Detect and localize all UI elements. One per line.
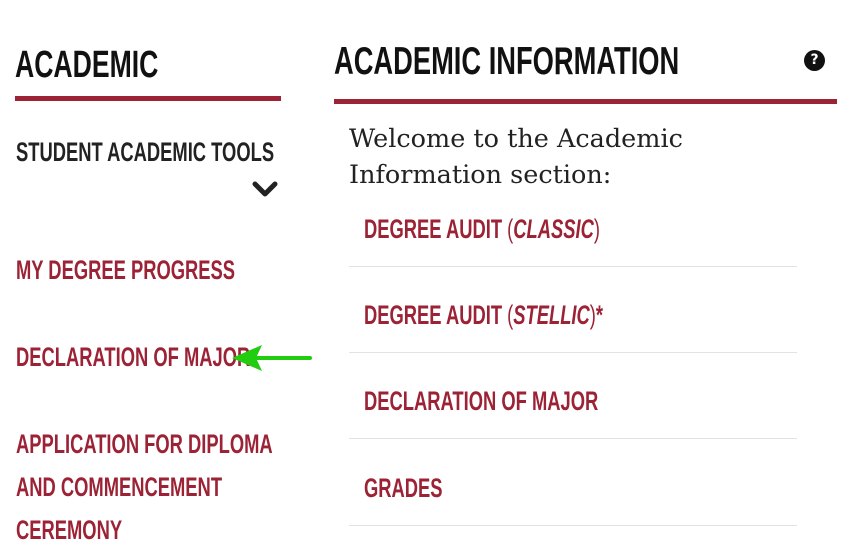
menu-item-label: DECLARATION OF MAJOR xyxy=(364,386,599,416)
menu-item-label: GRADES xyxy=(364,473,443,503)
chevron-down-icon[interactable] xyxy=(251,178,279,202)
sidebar-title-underline xyxy=(15,96,281,101)
page-title-underline xyxy=(334,99,837,104)
page-title: ACADEMIC INFORMATION xyxy=(334,40,680,83)
menu-item-degree-audit-classic[interactable]: DEGREE AUDIT (CLASSIC) xyxy=(349,180,797,267)
menu-item-declaration-of-major[interactable]: DECLARATION OF MAJOR xyxy=(349,352,797,439)
help-icon[interactable]: ? xyxy=(804,50,825,71)
green-arrow-icon xyxy=(232,345,312,371)
student-academic-tools-label[interactable]: STUDENT ACADEMIC TOOLS xyxy=(16,137,274,168)
menu-item-grades[interactable]: GRADES xyxy=(349,439,797,526)
menu-item-label: DEGREE AUDIT (CLASSIC) xyxy=(364,214,600,244)
menu-item-label: DEGREE AUDIT (STELLIC)* xyxy=(364,300,604,330)
sidebar-title: ACADEMIC xyxy=(15,44,159,86)
menu-item-degree-audit-stellic[interactable]: DEGREE AUDIT (STELLIC)* xyxy=(349,266,797,353)
sidebar-link-application-for-diploma-line2[interactable]: AND COMMENCEMENT xyxy=(16,466,222,509)
sidebar-link-my-degree-progress[interactable]: MY DEGREE PROGRESS xyxy=(16,249,235,292)
sidebar-link-application-for-diploma[interactable]: APPLICATION FOR DIPLOMA xyxy=(16,423,273,466)
sidebar-link-declaration-of-major[interactable]: DECLARATION OF MAJOR xyxy=(16,336,250,379)
sidebar-link-application-for-diploma-line3[interactable]: CEREMONY xyxy=(16,509,122,552)
